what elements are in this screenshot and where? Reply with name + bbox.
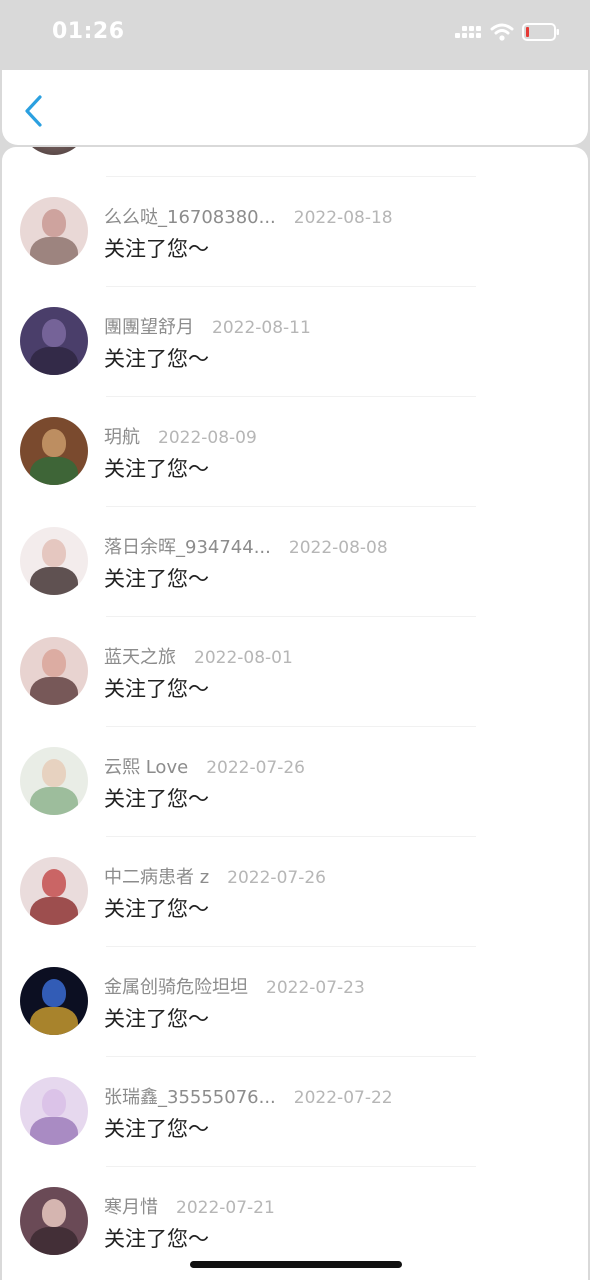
- date: 2022-07-23: [266, 978, 365, 998]
- message: 关注了您～: [104, 1007, 209, 1031]
- message: 关注了您～: [104, 787, 209, 811]
- avatar[interactable]: [20, 747, 88, 815]
- list-item[interactable]: 團團望舒月 2022-08-11 关注了您～: [2, 287, 588, 397]
- username[interactable]: 團團望舒月: [104, 313, 194, 339]
- list-item[interactable]: 中二病患者 z 2022-07-26 关注了您～: [2, 837, 588, 947]
- wifi-icon: [490, 23, 514, 41]
- avatar[interactable]: [20, 197, 88, 265]
- date: 2022-07-21: [176, 1198, 275, 1218]
- battery-icon: [522, 23, 559, 41]
- list-item[interactable]: 么么哒_16708380... 2022-08-18 关注了您～: [2, 177, 588, 287]
- avatar[interactable]: [20, 307, 88, 375]
- username[interactable]: 金属创骑危险坦坦: [104, 973, 248, 999]
- date: 2022-08-11: [212, 318, 311, 338]
- list-item[interactable]: 蓝天之旅 2022-08-01 关注了您～: [2, 617, 588, 727]
- username[interactable]: 寒月惜: [104, 1193, 158, 1219]
- chevron-left-icon: [25, 95, 42, 127]
- date: 2022-07-26: [227, 868, 326, 888]
- date: 2022-08-09: [158, 428, 257, 448]
- list-item[interactable]: 落日余晖_934744... 2022-08-08 关注了您～: [2, 507, 588, 617]
- message: 关注了您～: [104, 457, 209, 481]
- message: 关注了您～: [104, 677, 209, 701]
- username[interactable]: 张瑞鑫_35555076...: [104, 1083, 276, 1109]
- message: 关注了您～: [104, 1227, 209, 1251]
- avatar[interactable]: [20, 1187, 88, 1255]
- message: 关注了您～: [104, 897, 209, 921]
- avatar[interactable]: [20, 417, 88, 485]
- username[interactable]: 落日余晖_934744...: [104, 533, 271, 559]
- back-button[interactable]: [20, 94, 48, 128]
- date: 2022-08-01: [194, 648, 293, 668]
- username[interactable]: 云熙 Love: [104, 753, 188, 779]
- username[interactable]: 么么哒_16708380...: [104, 203, 276, 229]
- list-item[interactable]: 玥航 2022-08-09 关注了您～: [2, 397, 588, 507]
- date: 2022-07-26: [206, 758, 305, 778]
- avatar[interactable]: [20, 637, 88, 705]
- signal-icon: [455, 26, 481, 38]
- avatar[interactable]: [20, 857, 88, 925]
- notification-list[interactable]: 么么哒_16708380... 2022-08-18 关注了您～ 團團望舒月 2…: [2, 147, 588, 1280]
- message: 关注了您～: [104, 237, 209, 261]
- username[interactable]: 蓝天之旅: [104, 643, 176, 669]
- username[interactable]: 中二病患者 z: [104, 863, 209, 889]
- list-item[interactable]: 金属创骑危险坦坦 2022-07-23 关注了您～: [2, 947, 588, 1057]
- avatar[interactable]: [20, 147, 88, 155]
- date: 2022-08-18: [293, 208, 393, 228]
- avatar[interactable]: [20, 1077, 88, 1145]
- avatar[interactable]: [20, 967, 88, 1035]
- date: 2022-07-22: [293, 1088, 393, 1108]
- message: 关注了您～: [104, 347, 209, 371]
- list-item[interactable]: 云熙 Love 2022-07-26 关注了您～: [2, 727, 588, 837]
- avatar[interactable]: [20, 527, 88, 595]
- status-bar: 01:26: [0, 0, 590, 70]
- date: 2022-08-08: [288, 538, 388, 558]
- username[interactable]: 玥航: [104, 423, 140, 449]
- message: 关注了您～: [104, 1117, 209, 1141]
- nav-header: [2, 70, 588, 145]
- status-time: 01:26: [52, 19, 125, 44]
- list-item[interactable]: 张瑞鑫_35555076... 2022-07-22 关注了您～: [2, 1057, 588, 1167]
- message: 关注了您～: [104, 567, 209, 591]
- home-indicator: [190, 1261, 402, 1268]
- screen: 01:26 么么哒_16708380... 2022-08-18 关注了您～ 團…: [0, 0, 590, 1280]
